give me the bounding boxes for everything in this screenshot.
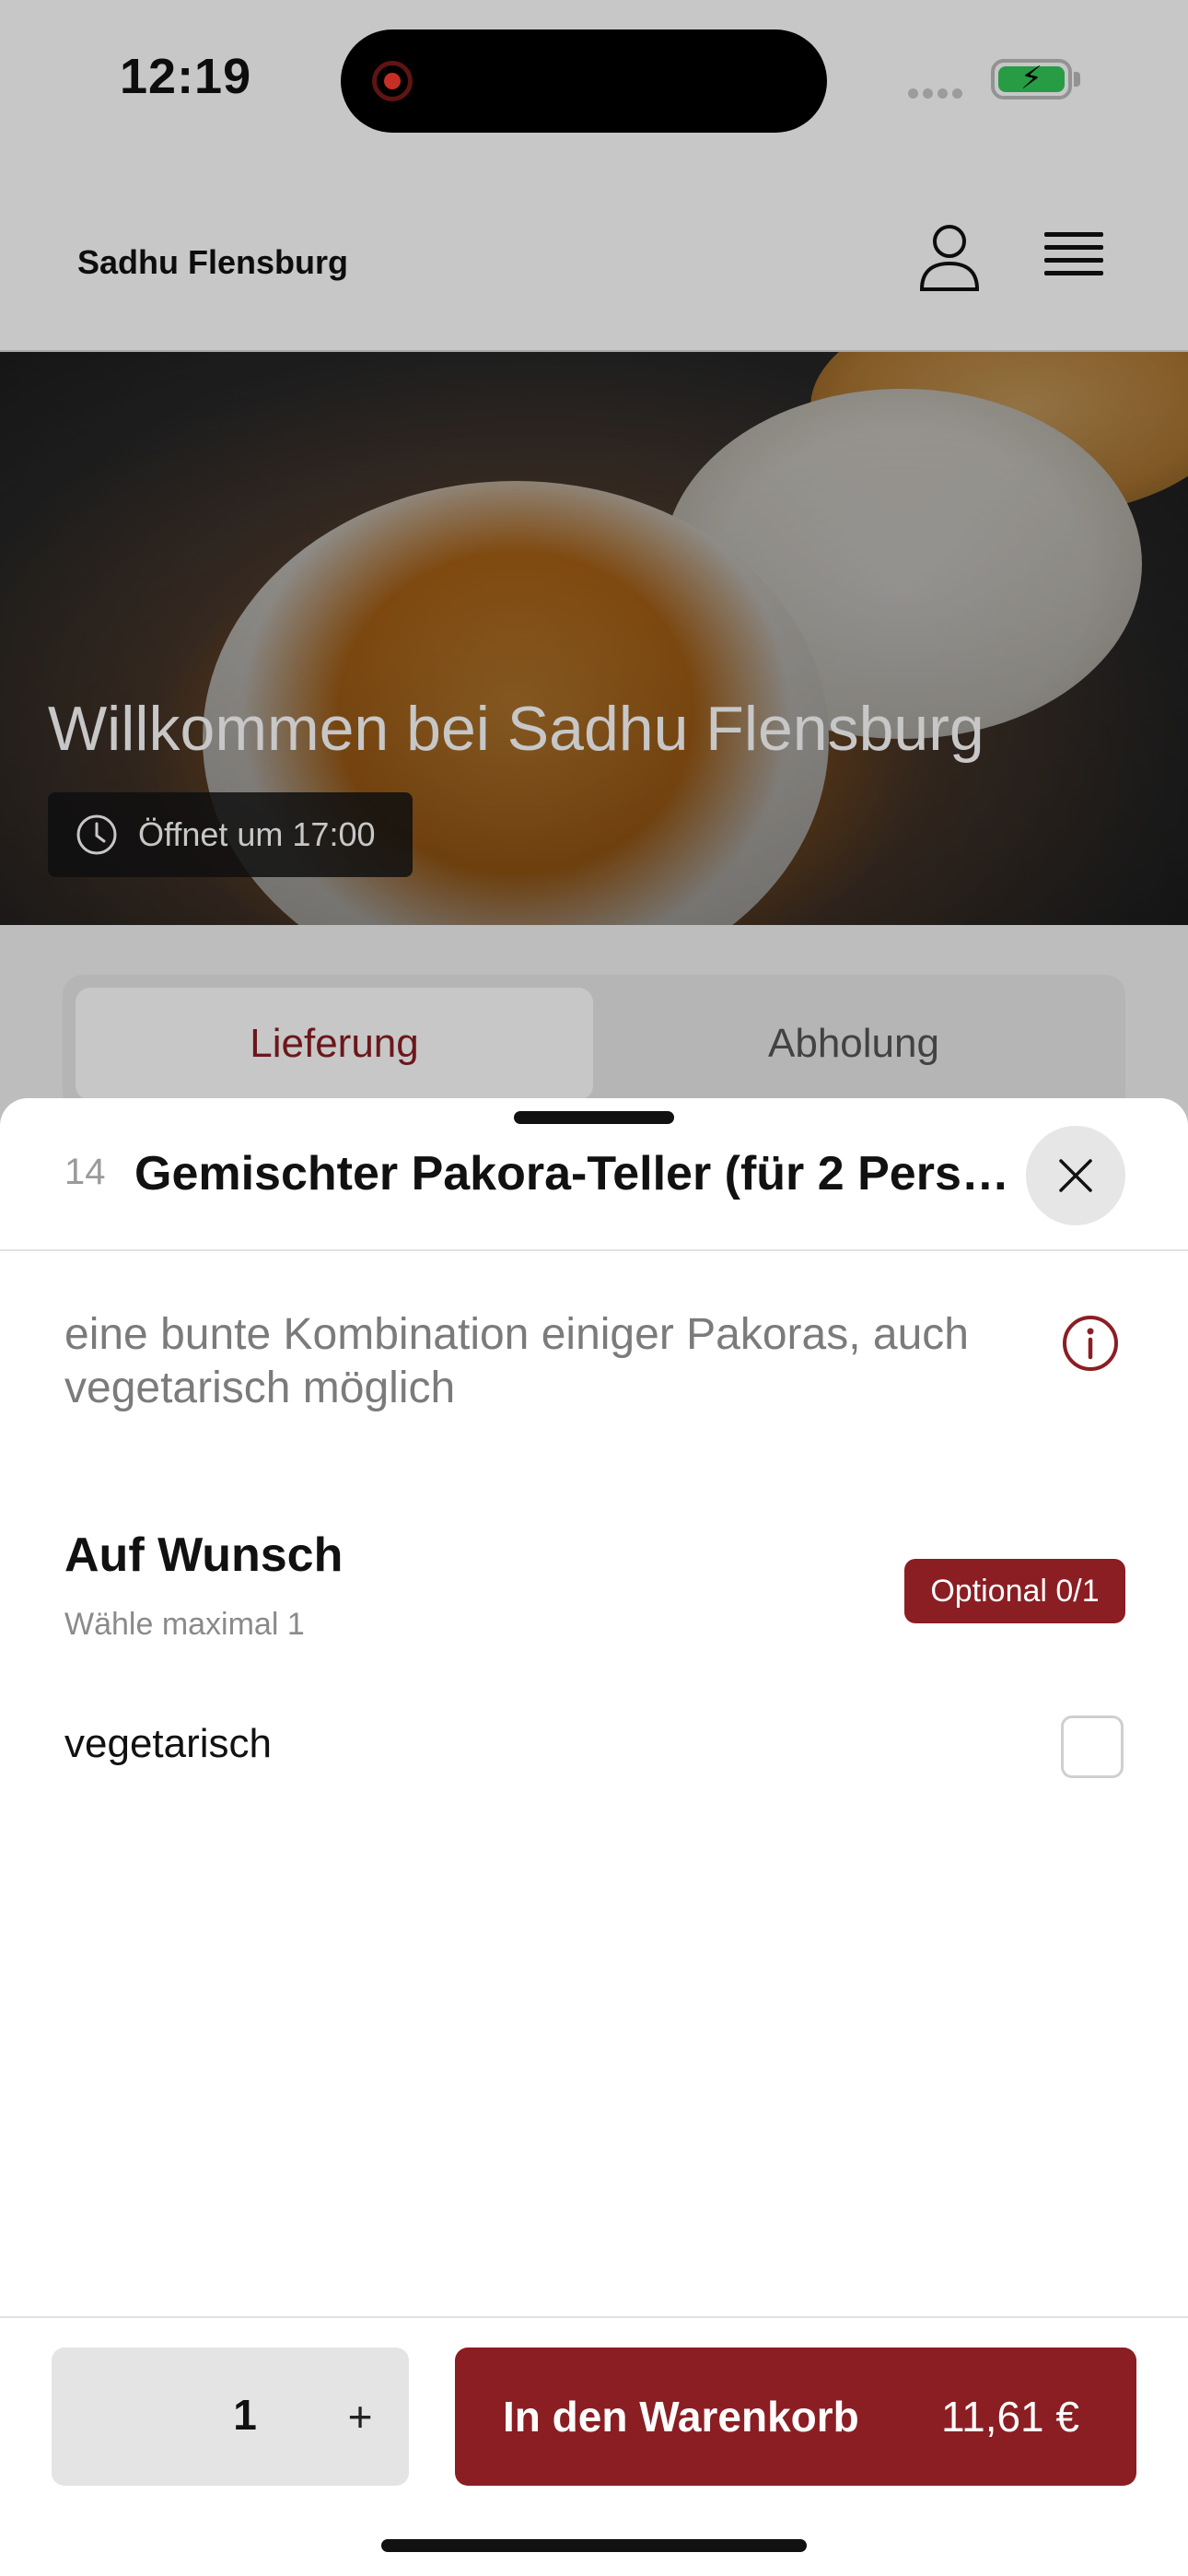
quantity-stepper: 1 + bbox=[52, 2348, 409, 2486]
item-detail-sheet: 14 Gemischter Pakora-Teller (für 2 Perso… bbox=[0, 1098, 1188, 2576]
close-icon bbox=[1059, 1159, 1092, 1192]
sheet-footer: 1 + In den Warenkorb 11,61 € bbox=[0, 2316, 1188, 2576]
add-to-cart-label: In den Warenkorb bbox=[503, 2393, 859, 2441]
item-description: eine bunte Kombination einiger Pakoras, … bbox=[64, 1310, 969, 1412]
sheet-header: 14 Gemischter Pakora-Teller (für 2 Perso… bbox=[0, 1098, 1188, 1251]
quantity-plus-button[interactable]: + bbox=[328, 2384, 392, 2449]
info-icon[interactable] bbox=[1061, 1314, 1120, 1373]
optional-badge: Optional 0/1 bbox=[904, 1559, 1125, 1623]
option-group-hint: Wähle maximal 1 bbox=[64, 1607, 305, 1642]
option-checkbox-vegetarian[interactable] bbox=[1061, 1715, 1124, 1778]
item-title: Gemischter Pakora-Teller (für 2 Personen… bbox=[134, 1147, 1031, 1200]
add-to-cart-price: 11,61 € bbox=[940, 2393, 1079, 2441]
option-group-title: Auf Wunsch bbox=[64, 1528, 344, 1582]
add-to-cart-button[interactable]: In den Warenkorb 11,61 € bbox=[455, 2348, 1136, 2486]
option-label-vegetarian[interactable]: vegetarisch bbox=[64, 1721, 272, 1767]
quantity-value: 1 bbox=[233, 2391, 257, 2439]
item-number: 14 bbox=[64, 1152, 106, 1192]
close-button[interactable] bbox=[1026, 1126, 1125, 1225]
home-indicator bbox=[381, 2539, 807, 2552]
sheet-grabber[interactable] bbox=[514, 1111, 674, 1124]
